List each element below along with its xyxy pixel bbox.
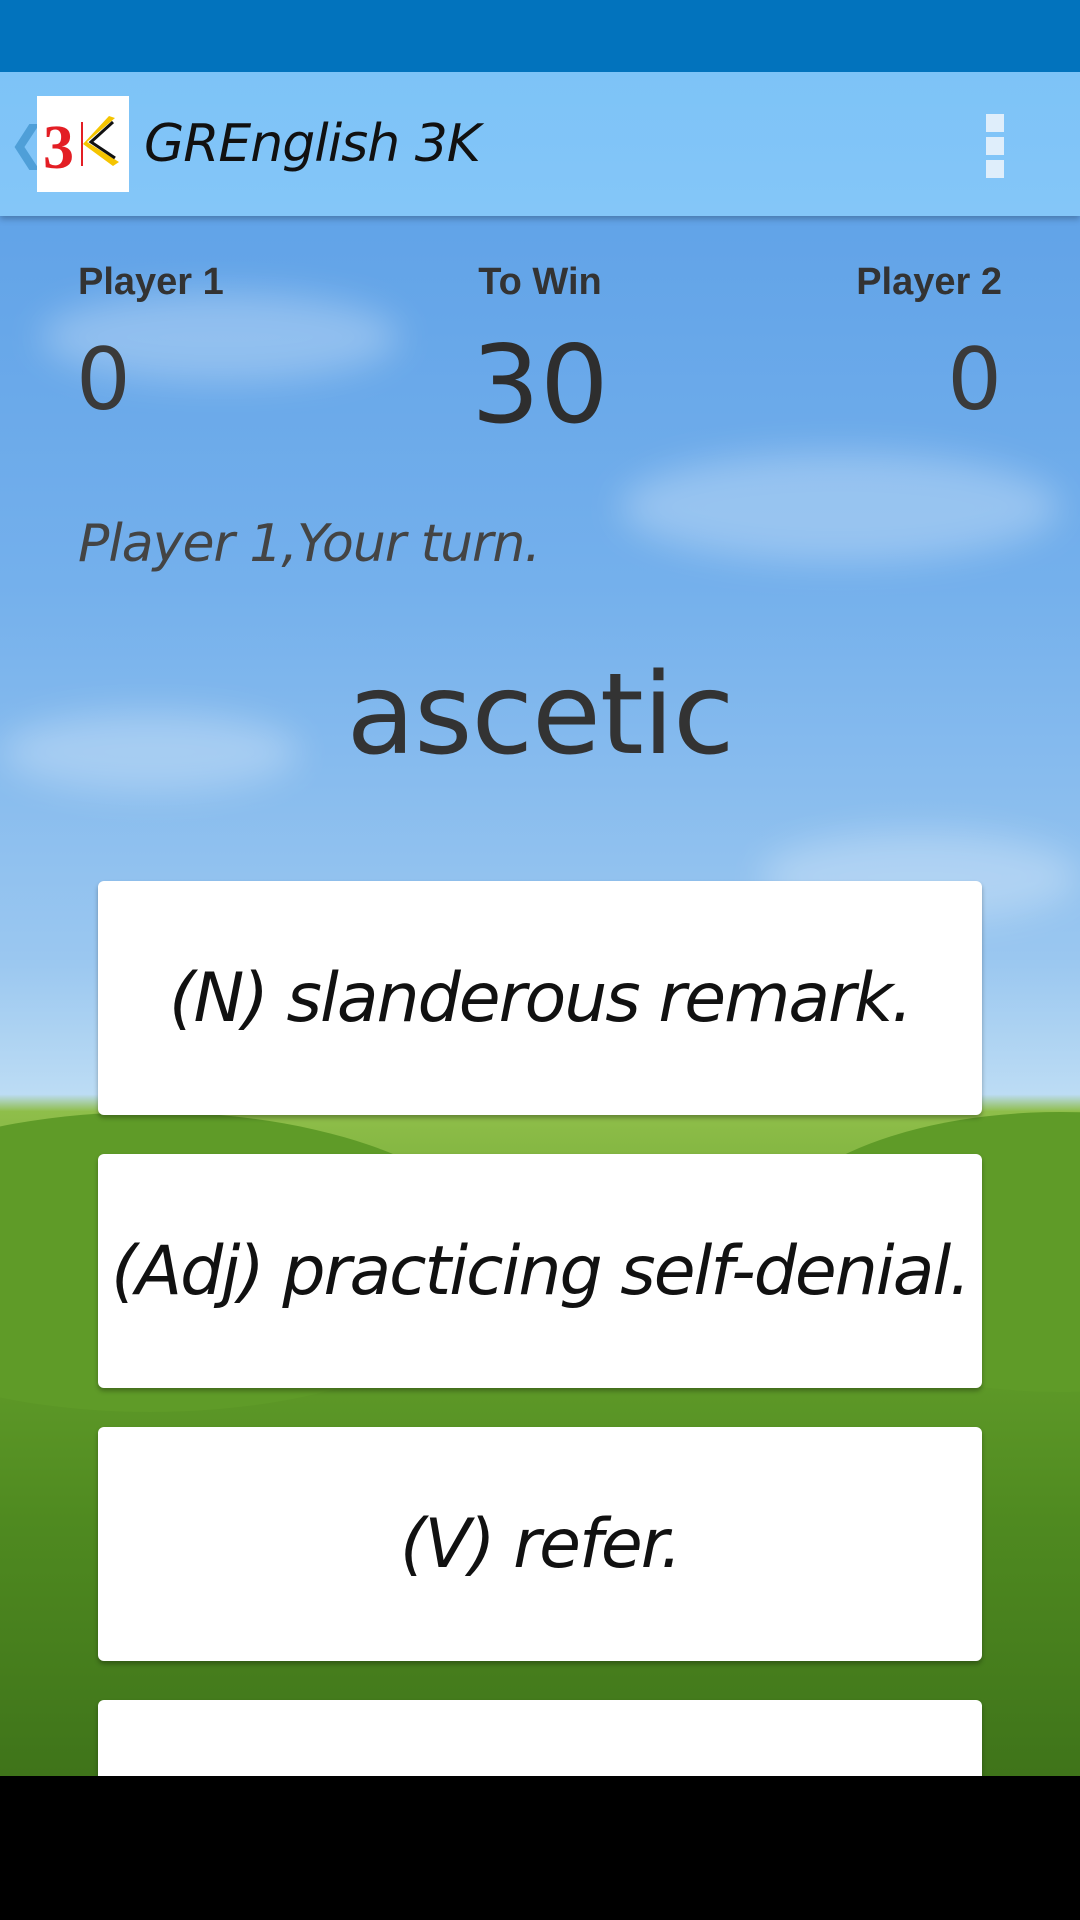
screen: ❮ 3 GREnglish 3K Player 1 To Win Player … — [0, 0, 1080, 1920]
player2-label: Player 2 — [856, 261, 1002, 303]
answer-option-1[interactable]: (N) slanderous remark. — [98, 881, 982, 1115]
app-title: GREnglish 3K — [144, 114, 481, 174]
turn-message: Player 1,Your turn. — [78, 514, 541, 574]
answer-option-label: (Adj) practicing self-denial. — [111, 1231, 971, 1311]
answer-option-2[interactable]: (Adj) practicing self-denial. — [98, 1154, 982, 1388]
background-cloud — [620, 452, 1060, 562]
navigation-bar — [0, 1776, 1080, 1920]
app-bar: ❮ 3 GREnglish 3K — [0, 72, 1080, 216]
player2-score: 0 — [947, 330, 1002, 430]
answer-option-label: (N) slanderous remark. — [169, 958, 913, 1038]
answer-option-4[interactable] — [98, 1700, 982, 1776]
game-content: ❮ 3 GREnglish 3K Player 1 To Win Player … — [0, 72, 1080, 1776]
player1-score: 0 — [76, 330, 131, 430]
player1-label: Player 1 — [78, 261, 224, 303]
app-logo[interactable]: 3 — [37, 96, 129, 192]
quiz-word: ascetic — [346, 650, 734, 780]
logo-3k-icon: 3 — [43, 114, 119, 182]
to-win-label: To Win — [478, 261, 602, 303]
answer-option-3[interactable]: (V) refer. — [98, 1427, 982, 1661]
svg-text:3: 3 — [43, 114, 74, 182]
overflow-menu-icon[interactable] — [986, 114, 1006, 178]
to-win-value: 30 — [471, 323, 609, 448]
answer-option-label: (V) refer. — [399, 1504, 682, 1584]
status-bar — [0, 0, 1080, 72]
